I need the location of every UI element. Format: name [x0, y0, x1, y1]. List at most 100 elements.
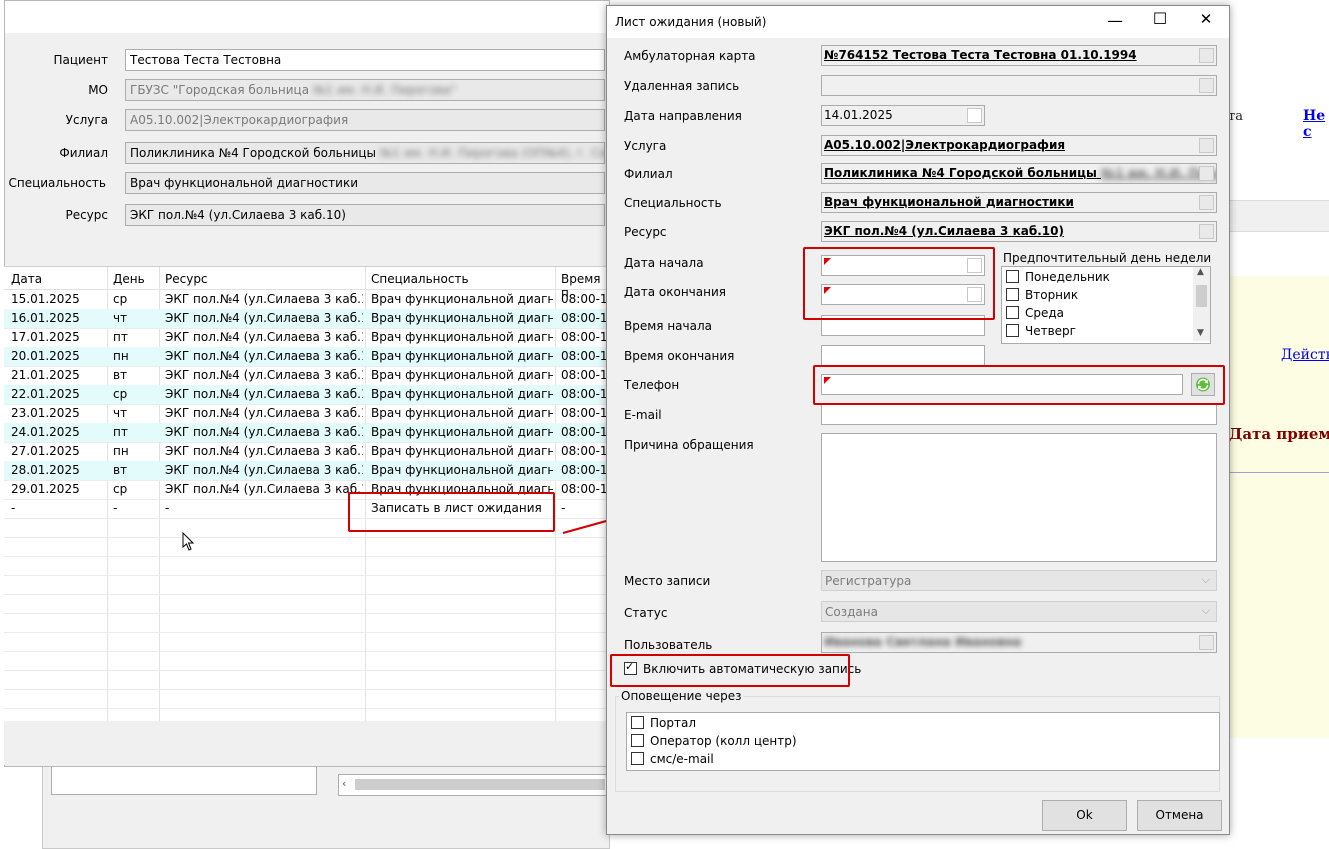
- deleted-record-field[interactable]: [821, 75, 1217, 96]
- underlying-field-label: Услуга: [65, 113, 108, 127]
- service-field[interactable]: А05.10.002|Электрокардиография: [821, 135, 1217, 156]
- underlying-field[interactable]: А05.10.002|Электрокардиография: [125, 109, 605, 131]
- notification-item[interactable]: смс/e-mail: [631, 752, 714, 766]
- scroll-thumb[interactable]: [355, 779, 605, 790]
- ambulatory-card-field[interactable]: №764152 Тестова Теста Тестовна 01.10.199…: [821, 45, 1217, 66]
- checkbox-icon[interactable]: [1006, 288, 1019, 301]
- table-cell-resource: ЭКГ пол.№4 (ул.Силаева 3 каб.10): [165, 387, 363, 401]
- preferred-day-item[interactable]: Четверг: [1006, 324, 1076, 338]
- calendar-icon[interactable]: [967, 108, 982, 123]
- status-select[interactable]: Создана ⌵: [821, 601, 1217, 622]
- underlying-field[interactable]: ЭКГ пол.№4 (ул.Силаева 3 каб.10): [125, 204, 605, 226]
- table-row[interactable]: 24.01.2025 пт ЭКГ пол.№4 (ул.Силаева 3 каб…: [4, 423, 608, 443]
- table-row[interactable]: 16.01.2025 чт ЭКГ пол.№4 (ул.Силаева 3 каб…: [4, 309, 608, 329]
- checkbox-icon[interactable]: [631, 752, 644, 765]
- table-row-empty: [4, 613, 608, 633]
- checkbox-icon[interactable]: [1006, 324, 1019, 337]
- checkbox-icon[interactable]: [1006, 270, 1019, 283]
- table-row[interactable]: 20.01.2025 пн ЭКГ пол.№4 (ул.Силаева 3 каб…: [4, 347, 608, 367]
- table-cell-time: 08:00-15: [561, 425, 606, 439]
- days-scroll-thumb[interactable]: [1196, 285, 1207, 307]
- table-cell-resource: ЭКГ пол.№4 (ул.Силаева 3 каб.10): [165, 349, 363, 363]
- table-cell-resource: ЭКГ пол.№4 (ул.Силаева 3 каб.10): [165, 368, 363, 382]
- highlight-dates: [803, 247, 995, 320]
- background-text-ta: та: [1228, 109, 1243, 124]
- user-field[interactable]: Иванова Светлана Ивановна: [821, 632, 1217, 653]
- maximize-button[interactable]: ☐: [1145, 9, 1175, 28]
- underlying-field[interactable]: Тестова Теста Тестовна: [125, 49, 605, 71]
- mouse-cursor-icon: [182, 532, 195, 551]
- scroll-down-icon[interactable]: ▼: [1197, 328, 1204, 338]
- col-day[interactable]: День: [113, 272, 145, 286]
- table-cell-date: 21.01.2025: [11, 368, 80, 382]
- ellipsis-icon[interactable]: [1199, 166, 1214, 181]
- underlying-field[interactable]: Врач функциональной диагностики: [125, 172, 605, 194]
- dialog-title: Лист ожидания (новый): [615, 15, 767, 29]
- user-label: Пользователь: [624, 638, 713, 652]
- reason-textarea[interactable]: [821, 433, 1217, 562]
- minimize-button[interactable]: —: [1100, 11, 1130, 30]
- notification-item[interactable]: Оператор (колл центр): [631, 734, 797, 748]
- table-cell-spec: Врач функциональной диагно...: [371, 444, 553, 458]
- background-link-top[interactable]: Не с: [1303, 108, 1329, 140]
- branch-field[interactable]: Поликлиника №4 Городской больницы №1 им.…: [821, 163, 1217, 184]
- notification-item[interactable]: Портал: [631, 716, 696, 730]
- notification-list[interactable]: Портал Оператор (колл центр) смс/e-mail: [626, 712, 1220, 771]
- table-cell-time: 08:00-15: [561, 330, 606, 344]
- record-place-select[interactable]: Регистратура ⌵: [821, 570, 1217, 591]
- end-time-field[interactable]: [821, 345, 985, 366]
- col-resource[interactable]: Ресурс: [165, 272, 208, 286]
- days-scrollbar[interactable]: ▲ ▼: [1193, 267, 1210, 341]
- underlying-field-blurred: №1 им. Н.И. Пирогова (ОП№4), г. Севастоп…: [380, 146, 604, 160]
- underlying-field-label: Ресурс: [65, 208, 108, 222]
- waitlist-dialog: Лист ожидания (новый) — ☐ ✕ Амбулаторная…: [606, 5, 1230, 835]
- preferred-days-list[interactable]: Понедельник Вторник Среда Четверг ▲ ▼: [1001, 266, 1211, 344]
- table-cell-resource: ЭКГ пол.№4 (ул.Силаева 3 каб.10): [165, 330, 363, 344]
- underlying-field-label: МО: [88, 83, 108, 97]
- preferred-day-item[interactable]: Среда: [1006, 306, 1064, 320]
- table-cell-day: вт: [113, 368, 128, 382]
- table-cell-time: 08:00-15: [561, 482, 606, 496]
- referral-date-label: Дата направления: [624, 109, 742, 123]
- preferred-day-item[interactable]: Вторник: [1006, 288, 1078, 302]
- email-field[interactable]: [821, 404, 1217, 425]
- specialty-field[interactable]: Врач функциональной диагностики: [821, 192, 1217, 213]
- ellipsis-icon[interactable]: [1199, 138, 1214, 153]
- checkbox-icon[interactable]: [631, 734, 644, 747]
- ellipsis-icon[interactable]: [1199, 224, 1214, 239]
- resource-label: Ресурс: [624, 225, 667, 239]
- table-row[interactable]: 21.01.2025 вт ЭКГ пол.№4 (ул.Силаева 3 каб…: [4, 366, 608, 386]
- col-date[interactable]: Дата: [11, 272, 42, 286]
- underlying-field[interactable]: Поликлиника №4 Городской больницы №1 им. …: [125, 142, 605, 164]
- ellipsis-icon[interactable]: [1199, 48, 1214, 63]
- col-specialty[interactable]: Специальность: [371, 272, 469, 286]
- highlight-phone: [813, 365, 1225, 405]
- notification-label: смс/e-mail: [650, 752, 714, 766]
- ok-button[interactable]: Ok: [1042, 800, 1127, 831]
- table-row[interactable]: 28.01.2025 вт ЭКГ пол.№4 (ул.Силаева 3 каб…: [4, 461, 608, 481]
- specialty-label: Специальность: [624, 196, 722, 210]
- preferred-day-item[interactable]: Понедельник: [1006, 270, 1110, 284]
- preferred-day-label: Среда: [1025, 306, 1065, 320]
- background-lower-scrollbar[interactable]: ‹: [338, 774, 610, 796]
- background-link-action[interactable]: Действ: [1281, 347, 1329, 363]
- scroll-up-icon[interactable]: ▲: [1197, 267, 1204, 277]
- close-button[interactable]: ✕: [1191, 10, 1221, 28]
- resource-field[interactable]: ЭКГ пол.№4 (ул.Силаева 3 каб.10): [821, 221, 1217, 242]
- table-row[interactable]: 15.01.2025 ср ЭКГ пол.№4 (ул.Силаева 3 каб…: [4, 290, 608, 310]
- table-row[interactable]: 27.01.2025 пн ЭКГ пол.№4 (ул.Силаева 3 каб…: [4, 442, 608, 462]
- table-cell-date: 20.01.2025: [11, 349, 80, 363]
- ellipsis-icon[interactable]: [1199, 78, 1214, 93]
- checkbox-icon[interactable]: [631, 716, 644, 729]
- ellipsis-icon[interactable]: [1199, 195, 1214, 210]
- branch-value: Поликлиника №4 Городской больницы: [824, 166, 1097, 180]
- table-row[interactable]: 22.01.2025 ср ЭКГ пол.№4 (ул.Силаева 3 каб…: [4, 385, 608, 405]
- table-row[interactable]: 17.01.2025 пт ЭКГ пол.№4 (ул.Силаева 3 каб…: [4, 328, 608, 348]
- cancel-button[interactable]: Отмена: [1137, 800, 1222, 831]
- scroll-left-icon[interactable]: ‹: [342, 777, 346, 790]
- checkbox-icon[interactable]: [1006, 306, 1019, 319]
- referral-date-field[interactable]: 14.01.2025: [821, 105, 985, 126]
- underlying-field[interactable]: ГБУЗС "Городская больница №1 им. Н.И. Пир…: [125, 79, 605, 101]
- ellipsis-icon[interactable]: [1199, 635, 1214, 650]
- table-row[interactable]: 23.01.2025 чт ЭКГ пол.№4 (ул.Силаева 3 каб…: [4, 404, 608, 424]
